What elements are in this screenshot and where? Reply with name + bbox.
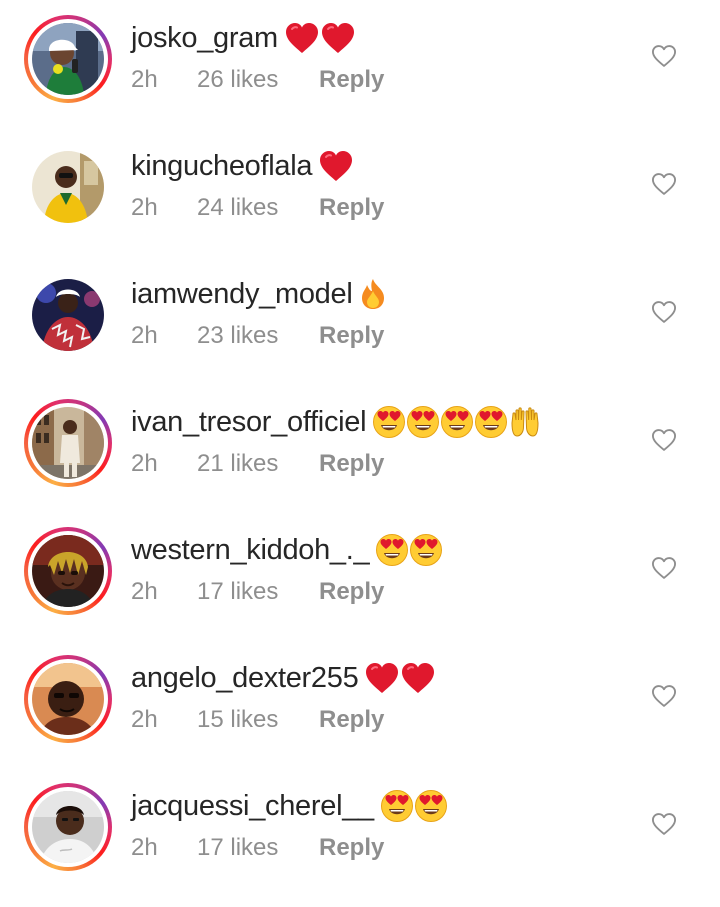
timestamp: 2h (131, 706, 158, 733)
avatar-story-ring[interactable] (24, 783, 112, 871)
timestamp: 2h (131, 834, 158, 861)
fire-emoji (358, 277, 388, 311)
avatar-story-ring[interactable] (24, 399, 112, 487)
likes-count[interactable]: 15 likes (197, 706, 278, 734)
timestamp: 2h (131, 322, 158, 349)
avatar-story-ring[interactable] (24, 15, 112, 103)
red-heart-emoji (400, 661, 436, 695)
comment-emojis (358, 277, 388, 311)
avatar-story-ring[interactable] (24, 527, 112, 615)
comment-row: ivan_tresor_officiel 2h 21 likes Reply (0, 384, 720, 512)
username[interactable]: western_kiddoh_._ (131, 534, 370, 567)
username[interactable]: jacquessi_cherel__ (131, 790, 374, 823)
heart-eyes-emoji (474, 405, 508, 439)
red-heart-emoji (320, 21, 356, 55)
heart-eyes-emoji (440, 405, 474, 439)
red-heart-emoji (364, 661, 400, 695)
avatar[interactable] (32, 23, 104, 95)
avatar-story-ring[interactable] (24, 655, 112, 743)
username[interactable]: iamwendy_model (131, 278, 353, 311)
comment-row: iamwendy_model 2h 23 likes Reply (0, 256, 720, 384)
username[interactable]: angelo_dexter255 (131, 662, 359, 695)
raising-hands-emoji (508, 405, 542, 439)
avatar[interactable] (32, 407, 104, 479)
heart-eyes-emoji (380, 789, 414, 823)
username[interactable]: ivan_tresor_officiel (131, 406, 367, 439)
like-heart-icon[interactable] (650, 554, 678, 582)
reply-button[interactable]: Reply (319, 66, 384, 94)
timestamp: 2h (131, 66, 158, 93)
heart-eyes-emoji (414, 789, 448, 823)
comment-emojis (318, 149, 354, 183)
like-heart-icon[interactable] (650, 426, 678, 454)
avatar-wrapper[interactable] (24, 143, 112, 231)
reply-button[interactable]: Reply (319, 194, 384, 222)
likes-count[interactable]: 21 likes (197, 450, 278, 478)
comment-emojis (375, 533, 443, 567)
comment-emojis (372, 405, 542, 439)
comment-text: jacquessi_cherel__ (131, 786, 448, 826)
avatar[interactable] (32, 791, 104, 863)
comment-text: western_kiddoh_._ (131, 530, 443, 570)
avatar[interactable] (32, 151, 104, 223)
likes-count[interactable]: 23 likes (197, 322, 278, 350)
reply-button[interactable]: Reply (319, 578, 384, 606)
like-heart-icon[interactable] (650, 170, 678, 198)
comment-text: ivan_tresor_officiel (131, 402, 542, 442)
reply-button[interactable]: Reply (319, 834, 384, 862)
comment-text: iamwendy_model (131, 274, 388, 314)
like-heart-icon[interactable] (650, 682, 678, 710)
avatar-wrapper[interactable] (24, 271, 112, 359)
comment-emojis (364, 661, 436, 695)
red-heart-emoji (318, 149, 354, 183)
username[interactable]: josko_gram (131, 22, 278, 55)
heart-eyes-emoji (372, 405, 406, 439)
comment-text: kingucheoflala (131, 146, 354, 186)
avatar[interactable] (32, 663, 104, 735)
avatar[interactable] (32, 535, 104, 607)
heart-eyes-emoji (409, 533, 443, 567)
reply-button[interactable]: Reply (319, 322, 384, 350)
avatar[interactable] (32, 279, 104, 351)
likes-count[interactable]: 24 likes (197, 194, 278, 222)
likes-count[interactable]: 17 likes (197, 834, 278, 862)
comment-row: josko_gram 2h 26 likes Reply (0, 0, 720, 128)
likes-count[interactable]: 26 likes (197, 66, 278, 94)
comment-text: angelo_dexter255 (131, 658, 436, 698)
timestamp: 2h (131, 578, 158, 605)
heart-eyes-emoji (375, 533, 409, 567)
comment-emojis (284, 21, 356, 55)
comment-row: jacquessi_cherel__ 2h 17 likes Reply (0, 768, 720, 896)
comment-row: angelo_dexter255 2h 15 likes Reply (0, 640, 720, 768)
comment-emojis (380, 789, 448, 823)
red-heart-emoji (284, 21, 320, 55)
comment-text: josko_gram (131, 18, 356, 58)
like-heart-icon[interactable] (650, 810, 678, 838)
like-heart-icon[interactable] (650, 298, 678, 326)
likes-count[interactable]: 17 likes (197, 578, 278, 606)
reply-button[interactable]: Reply (319, 706, 384, 734)
timestamp: 2h (131, 194, 158, 221)
comment-row: western_kiddoh_._ 2h 17 likes Reply (0, 512, 720, 640)
comment-row: kingucheoflala 2h 24 likes Reply (0, 128, 720, 256)
timestamp: 2h (131, 450, 158, 477)
username[interactable]: kingucheoflala (131, 150, 313, 183)
reply-button[interactable]: Reply (319, 450, 384, 478)
heart-eyes-emoji (406, 405, 440, 439)
like-heart-icon[interactable] (650, 42, 678, 70)
